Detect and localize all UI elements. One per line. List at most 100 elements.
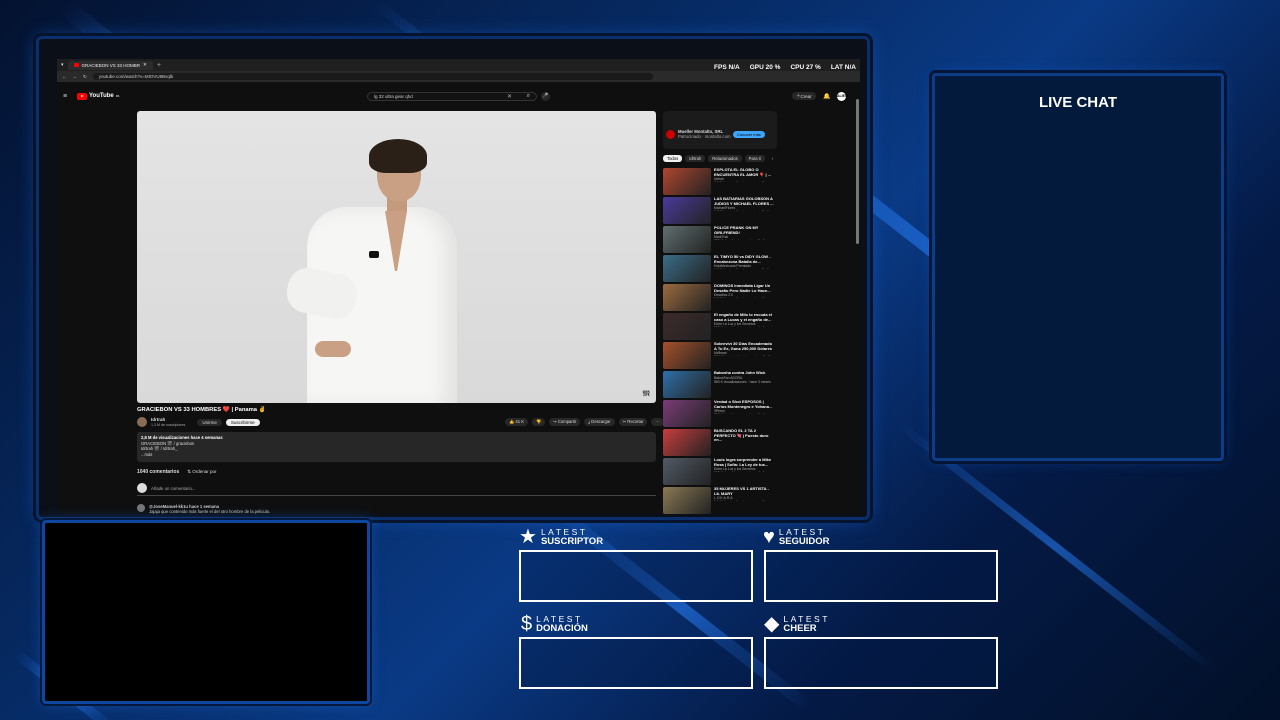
- recommendation-text: BUSCANDO EL 2 TA 2 PERFECTO 💘 | Puesto d…: [714, 429, 769, 443]
- recommendation-text: LAS BATIARIAS GOLOBSON A JUDIOS Y MICHAE…: [714, 197, 774, 211]
- recommendation-thumbnail[interactable]: [663, 487, 711, 514]
- forward-icon[interactable]: →: [73, 74, 78, 79]
- recommendation-text: EL TIMYO 50 vs DIDY GLOW - Encabezona Ba…: [714, 255, 772, 269]
- more-actions-button[interactable]: ⋯: [651, 418, 664, 426]
- channel-name[interactable]: Idrtrah: [151, 417, 165, 422]
- address-bar: ← → ↻ youtube.com/watch?v=MIOVU9Bvqlk: [57, 71, 860, 82]
- youtube-favicon-icon: [73, 63, 79, 67]
- latest-seguidor-box: [764, 550, 998, 602]
- video-watermark: 𝕸: [642, 389, 650, 398]
- webcam-frame: [42, 520, 370, 704]
- tab-menu-icon[interactable]: ▾: [61, 62, 64, 68]
- youtube-header: ≡ YouTube PA lg 32 ultra gear qhd ✕ ⌕ 🎤 …: [57, 89, 860, 103]
- recommendation-item[interactable]: Babosha contra John Wick BabosFan ADORA 58…: [663, 371, 778, 398]
- recommendation-text: DOMINOS Inmediata Ligar Un Desafío Pero …: [714, 284, 771, 298]
- recommendation-thumbnail[interactable]: [663, 342, 711, 369]
- channel-subs: 1,3 M de suscriptores: [151, 423, 186, 427]
- channel-avatar[interactable]: [137, 417, 147, 427]
- latest-suscriptor-label: ★ LATEST SUSCRIPTOR: [519, 526, 604, 548]
- recommendation-thumbnail[interactable]: [663, 226, 711, 253]
- search-icon[interactable]: ⌕: [527, 93, 530, 100]
- recommendation-item[interactable]: Louis logra sorprender a Mike Rosa | Sof…: [663, 458, 778, 485]
- recommendation-thumbnail[interactable]: [663, 168, 711, 195]
- browser-tab[interactable]: GRACIEBON VS 33 HOMBR ✕: [67, 60, 153, 70]
- add-comment-input[interactable]: Añade un comentario...: [151, 486, 195, 491]
- recommendation-item[interactable]: EL TIMYO 50 vs DIDY GLOW - Encabezona Ba…: [663, 255, 778, 282]
- hamburger-menu-icon[interactable]: ≡: [63, 93, 67, 100]
- dollar-icon: $: [521, 613, 533, 635]
- recommendation-item[interactable]: LAS BATIARIAS GOLOBSON A JUDIOS Y MICHAE…: [663, 197, 778, 224]
- video-title: GRACIEBON VS 33 HOMBRES ❤️ | Panama ✌️: [137, 407, 266, 413]
- url-field[interactable]: youtube.com/watch?v=MIOVU9Bvqlk: [92, 73, 653, 80]
- recommendation-text: 35 MUJERES VS 1 ARTISTA - LIL MARY L.O.K.…: [714, 487, 769, 501]
- recommendation-item[interactable]: BUSCANDO EL 2 TA 2 PERFECTO 💘 | Puesto d…: [663, 429, 778, 456]
- recommendation-item[interactable]: POLICE PRANK ON MY GIRLFRIEND!MarkTrial8…: [663, 226, 778, 253]
- latest-donacion-box: [519, 637, 753, 689]
- youtube-logo[interactable]: YouTube PA: [77, 92, 120, 100]
- reload-icon[interactable]: ↻: [83, 74, 87, 80]
- account-avatar[interactable]: ALIEN: [837, 91, 848, 101]
- recommendation-thumbnail[interactable]: [663, 284, 711, 311]
- channel-row: Idrtrah 1,3 M de suscriptores Unirme Sus…: [137, 417, 260, 427]
- recommendation-thumbnail[interactable]: [663, 371, 711, 398]
- subscribe-button[interactable]: Suscribirme: [225, 418, 260, 426]
- recommendation-thumbnail[interactable]: [663, 313, 711, 340]
- recommendation-item[interactable]: EXPLOTA EL GLOBO O ENCUENTRA EL AMOR 🎈 |…: [663, 168, 778, 195]
- recommendation-thumbnail[interactable]: [663, 458, 711, 485]
- browser-window: ▾ GRACIEBON VS 33 HOMBR ✕ + ← → ↻ youtub…: [57, 59, 860, 514]
- new-tab-icon[interactable]: +: [157, 62, 161, 69]
- clip-button[interactable]: ✂ Recortar: [618, 418, 648, 426]
- recommendation-text: POLICE PRANK ON MY GIRLFRIEND!MarkTrial8…: [714, 226, 768, 240]
- sort-comments-button[interactable]: ⇅ Ordenar por: [187, 469, 216, 475]
- search-input[interactable]: lg 32 ultra gear qhd ✕ ⌕: [367, 91, 537, 101]
- video-frame-hand: [315, 341, 351, 357]
- recommendation-thumbnail[interactable]: [663, 197, 711, 224]
- recommendation-item[interactable]: 35 MUJERES VS 1 ARTISTA - LIL MARY L.O.K.…: [663, 487, 778, 514]
- diamond-icon: ◆: [764, 613, 780, 635]
- video-player[interactable]: 𝕸: [137, 111, 656, 403]
- ad-cta-button[interactable]: Conocer más: [733, 131, 765, 138]
- microphone-icon[interactable]: 🎤: [541, 91, 550, 101]
- recommendation-thumbnail[interactable]: [663, 400, 711, 427]
- perf-overlay: FPS N/A GPU 20 % CPU 27 % LAT N/A: [714, 64, 856, 71]
- dislike-button[interactable]: 👎: [532, 418, 546, 426]
- tab-title: GRACIEBON VS 33 HOMBR: [81, 62, 141, 68]
- recommendation-item[interactable]: Sobreviví 30 Días Encadenado A Tu Ex, Ga…: [663, 342, 778, 369]
- chevron-right-icon[interactable]: ›: [768, 155, 777, 162]
- latest-seguidor-label: ♥ LATEST SEGUIDOR: [763, 526, 830, 548]
- heart-icon: ♥: [763, 526, 775, 548]
- comment-avatar: [137, 504, 145, 512]
- download-button[interactable]: ⤓ Descargar: [584, 418, 615, 426]
- commenter-avatar: [137, 483, 147, 493]
- show-more-link[interactable]: ...más: [141, 452, 152, 457]
- recommendation-item[interactable]: Verdad o Shot ESPOSOS | Carlos Montenegr…: [663, 400, 778, 427]
- perf-lat: LAT N/A: [830, 64, 856, 71]
- url-text: youtube.com/watch?v=MIOVU9Bvqlk: [98, 74, 174, 79]
- comments-header: 1040 comentarios ⇅ Ordenar por: [137, 469, 217, 475]
- recommendation-item[interactable]: El engaño de Milo lo escuda el caso a Lu…: [663, 313, 778, 340]
- chip-all[interactable]: Todos: [663, 155, 683, 162]
- join-button[interactable]: Unirme: [197, 418, 222, 426]
- notifications-bell-icon[interactable]: 🔔: [823, 93, 830, 100]
- latest-cheer-label: ◆ LATEST CHEER: [764, 613, 830, 635]
- close-tab-icon[interactable]: ✕: [143, 62, 147, 68]
- scrollbar[interactable]: [856, 99, 859, 244]
- perf-gpu: GPU 20 %: [749, 64, 781, 71]
- view-stats: 2,8 M de visualizaciones hace 4 semanas: [141, 435, 223, 440]
- advertiser-logo: [666, 129, 675, 139]
- chip-channel[interactable]: Idrtrah: [685, 155, 706, 162]
- recommendation-thumbnail[interactable]: [663, 429, 711, 456]
- create-button[interactable]: ＋ Crear: [792, 92, 816, 100]
- like-button[interactable]: 👍 41 K: [505, 418, 528, 426]
- chip-for-you[interactable]: Para ti: [744, 155, 765, 162]
- recommendation-thumbnail[interactable]: [663, 255, 711, 282]
- clear-search-icon[interactable]: ✕: [507, 93, 512, 100]
- sponsored-ad[interactable]: Mueller Montalto, SRL Patrocinado · monta…: [663, 111, 777, 149]
- description-box[interactable]: 2,8 M de visualizaciones hace 4 semanas …: [137, 432, 656, 462]
- comment-item: @JoseManuel-kk1u hace 1 semana Jajaja qu…: [137, 504, 270, 514]
- share-button[interactable]: ↪ Compartir: [549, 418, 581, 426]
- recommendation-item[interactable]: DOMINOS Inmediata Ligar Un Desafío Pero …: [663, 284, 778, 311]
- back-icon[interactable]: ←: [62, 74, 67, 79]
- chip-related[interactable]: Relacionados: [708, 155, 742, 162]
- perf-fps: FPS N/A: [714, 64, 740, 71]
